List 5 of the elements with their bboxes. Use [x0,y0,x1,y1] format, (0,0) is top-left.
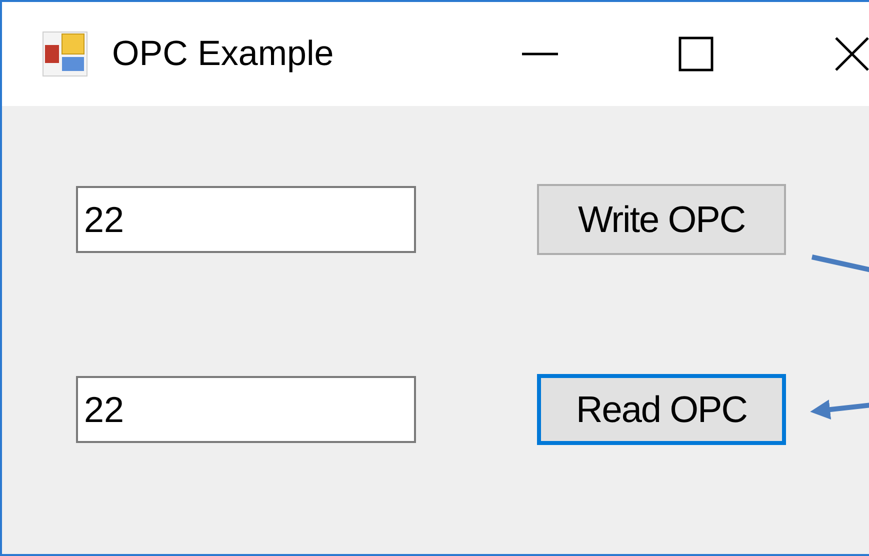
window-title: OPC Example [112,34,335,74]
text-field[interactable]: 22 [76,186,416,253]
focused-button[interactable]: Read OPC [537,374,786,445]
text-field[interactable]: 22 [76,376,416,443]
action-button[interactable]: Write OPC [537,184,786,255]
